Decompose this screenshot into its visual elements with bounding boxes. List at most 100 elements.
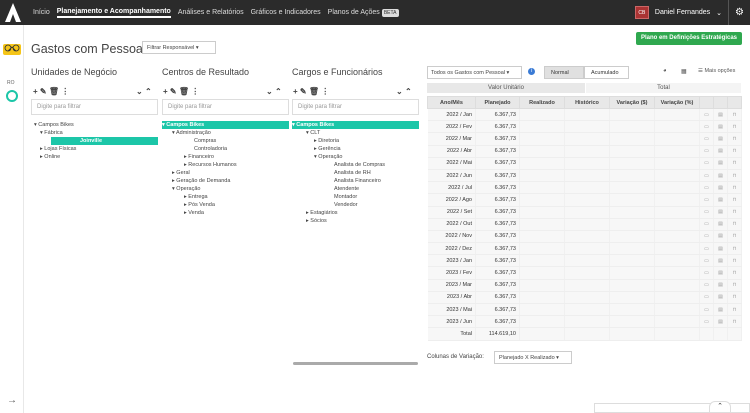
cell-realizado[interactable]	[519, 193, 565, 207]
calendar-icon[interactable]: ▤	[713, 206, 728, 219]
trash-icon[interactable]: 🗑	[49, 87, 59, 96]
cell-planejado[interactable]: 6.367,73	[475, 291, 520, 305]
table-row[interactable]: 2022 / Abr 6.367,73 ▭ ▤ ⊓	[427, 145, 742, 158]
lock-icon[interactable]: ⊓	[727, 145, 742, 158]
comment-icon[interactable]: ▭	[699, 303, 714, 317]
table-row[interactable]: 2023 / Fev 6.367,73 ▭ ▤ ⊓	[427, 266, 742, 280]
app-logo-icon[interactable]	[5, 3, 21, 22]
table-row[interactable]: 2023 / Mai 6.367,73 ▭ ▤ ⊓	[427, 303, 742, 317]
lock-icon[interactable]: ⊓	[727, 193, 742, 207]
tree-item[interactable]: Compras	[162, 137, 289, 145]
cell-planejado[interactable]: 6.367,73	[475, 279, 520, 292]
calendar-icon[interactable]: ▤	[713, 169, 728, 183]
calendar-icon[interactable]: ▤	[713, 279, 728, 292]
tree-item[interactable]: ▸ Venda	[162, 209, 289, 217]
tree-item[interactable]: Analista de Compras	[292, 161, 419, 169]
calendar-icon[interactable]: ▤	[713, 132, 728, 146]
cell-planejado[interactable]: 6.367,73	[475, 242, 520, 256]
nav-planos[interactable]: Planos de Ações BETA	[328, 9, 399, 17]
table-row[interactable]: 2023 / Jan 6.367,73 ▭ ▤ ⊓	[427, 254, 742, 268]
sidebar-yellow-button[interactable]	[3, 44, 21, 55]
valor-unitario-tab[interactable]: Valor Unitário	[427, 83, 585, 93]
tree-item[interactable]: ▸ Geração de Demanda	[162, 177, 289, 185]
tree-item[interactable]: ▸ Entrega	[162, 193, 289, 201]
responsavel-filter[interactable]: Filtrar Responsável ▾	[142, 41, 216, 54]
lock-icon[interactable]: ⊓	[727, 218, 742, 231]
lock-icon[interactable]: ⊓	[727, 266, 742, 280]
tree-item[interactable]: ▸ Financeiro	[162, 153, 289, 161]
cell-realizado[interactable]	[519, 279, 565, 292]
col-realizado[interactable]: Realizado	[519, 96, 565, 109]
cell-realizado[interactable]	[519, 120, 565, 134]
table-row[interactable]: 2022 / Dez 6.367,73 ▭ ▤ ⊓	[427, 242, 742, 256]
calendar-icon[interactable]: ▤	[713, 291, 728, 305]
cell-planejado[interactable]: 6.367,73	[475, 108, 520, 122]
calendar-icon[interactable]: ▤	[713, 303, 728, 317]
cell-realizado[interactable]	[519, 230, 565, 244]
tree-item-selected[interactable]: ▾ Campos Bikes	[292, 121, 419, 129]
col-variacao-pct[interactable]: Variação (%)	[654, 96, 700, 109]
comment-icon[interactable]: ▭	[699, 108, 714, 122]
tree-item[interactable]: ▸ Online	[34, 153, 158, 161]
table-row[interactable]: 2022 / Set 6.367,73 ▭ ▤ ⊓	[427, 206, 742, 219]
calendar-icon[interactable]: ▤	[713, 230, 728, 244]
lock-icon[interactable]: ⊓	[727, 230, 742, 244]
more-icon[interactable]: ⋮	[61, 87, 69, 96]
comment-icon[interactable]: ▭	[699, 193, 714, 207]
total-tab[interactable]: Total	[586, 83, 741, 93]
cell-realizado[interactable]	[519, 132, 565, 146]
cell-planejado[interactable]: 6.367,73	[475, 157, 520, 170]
cell-planejado[interactable]: 6.367,73	[475, 169, 520, 183]
table-row[interactable]: 2022 / Fev 6.367,73 ▭ ▤ ⊓	[427, 120, 742, 134]
chevron-down-icon[interactable]: ⌄	[396, 87, 403, 96]
centros-collapse[interactable]: ⌄ ⌃	[266, 87, 282, 96]
calendar-icon[interactable]: ▤	[713, 315, 728, 329]
tree-item[interactable]: ▸ Recursos Humanos	[162, 161, 289, 169]
table-row[interactable]: 2023 / Abr 6.367,73 ▭ ▤ ⊓	[427, 291, 742, 305]
calendar-icon[interactable]: ▤	[713, 218, 728, 231]
user-name[interactable]: Daniel Fernandes	[655, 9, 710, 16]
table-row[interactable]: 2022 / Jul 6.367,73 ▭ ▤ ⊓	[427, 181, 742, 195]
add-icon[interactable]: +	[163, 87, 168, 96]
add-icon[interactable]: +	[33, 87, 38, 96]
plan-definitions-button[interactable]: Plano em Definições Estratégicas	[635, 32, 742, 45]
lock-icon[interactable]: ⊓	[727, 206, 742, 219]
lock-icon[interactable]: ⊓	[727, 108, 742, 122]
tree-item-selected[interactable]: Joinville	[51, 137, 158, 145]
edit-icon[interactable]: ✎	[300, 87, 307, 96]
chevron-down-icon[interactable]: ⌄	[266, 87, 273, 96]
status-circle-icon[interactable]	[6, 90, 18, 102]
tree-item[interactable]: ▸ Sócios	[292, 217, 419, 225]
cell-planejado[interactable]: 6.367,73	[475, 266, 520, 280]
tree-item[interactable]: ▸ Pós Venda	[162, 201, 289, 209]
cell-planejado[interactable]: 6.367,73	[475, 193, 520, 207]
colunas-variacao-select[interactable]: Planejado X Realizado ▾	[494, 351, 572, 364]
comment-icon[interactable]: ▭	[699, 157, 714, 170]
chevron-up-icon[interactable]: ⌃	[405, 87, 412, 96]
comment-icon[interactable]: ▭	[699, 266, 714, 280]
cell-planejado[interactable]: 6.367,73	[475, 315, 520, 329]
cell-planejado[interactable]: 6.367,73	[475, 218, 520, 231]
nav-graficos[interactable]: Gráficos e Indicadores	[251, 9, 321, 16]
more-icon[interactable]: ⋮	[191, 87, 199, 96]
table-row[interactable]: 2022 / Mar 6.367,73 ▭ ▤ ⊓	[427, 132, 742, 146]
more-options-link[interactable]: ☰ Mais opções	[698, 68, 735, 74]
tree-item[interactable]: ▸ Lojas Físicas	[34, 145, 158, 153]
edit-icon[interactable]: ✎	[170, 87, 177, 96]
cell-planejado[interactable]: 6.367,73	[475, 206, 520, 219]
calendar-icon[interactable]: ▤	[713, 193, 728, 207]
horizontal-scrollbar[interactable]	[293, 362, 418, 365]
tree-item[interactable]: ▾ Operação	[162, 185, 289, 193]
tree-item[interactable]: ▾ Campos Bikes	[34, 121, 158, 129]
comment-icon[interactable]: ▭	[699, 254, 714, 268]
tree-item[interactable]: ▸ Gerência	[292, 145, 419, 153]
table-icon[interactable]: ▦	[681, 68, 687, 75]
lock-icon[interactable]: ⊓	[727, 291, 742, 305]
calendar-icon[interactable]: ▤	[713, 254, 728, 268]
edit-icon[interactable]: ✎	[40, 87, 47, 96]
comment-icon[interactable]: ▭	[699, 315, 714, 329]
lock-icon[interactable]: ⊓	[727, 279, 742, 292]
tree-item[interactable]: Atendente	[292, 185, 419, 193]
normal-toggle[interactable]: Normal	[544, 66, 584, 79]
lock-icon[interactable]: ⊓	[727, 169, 742, 183]
